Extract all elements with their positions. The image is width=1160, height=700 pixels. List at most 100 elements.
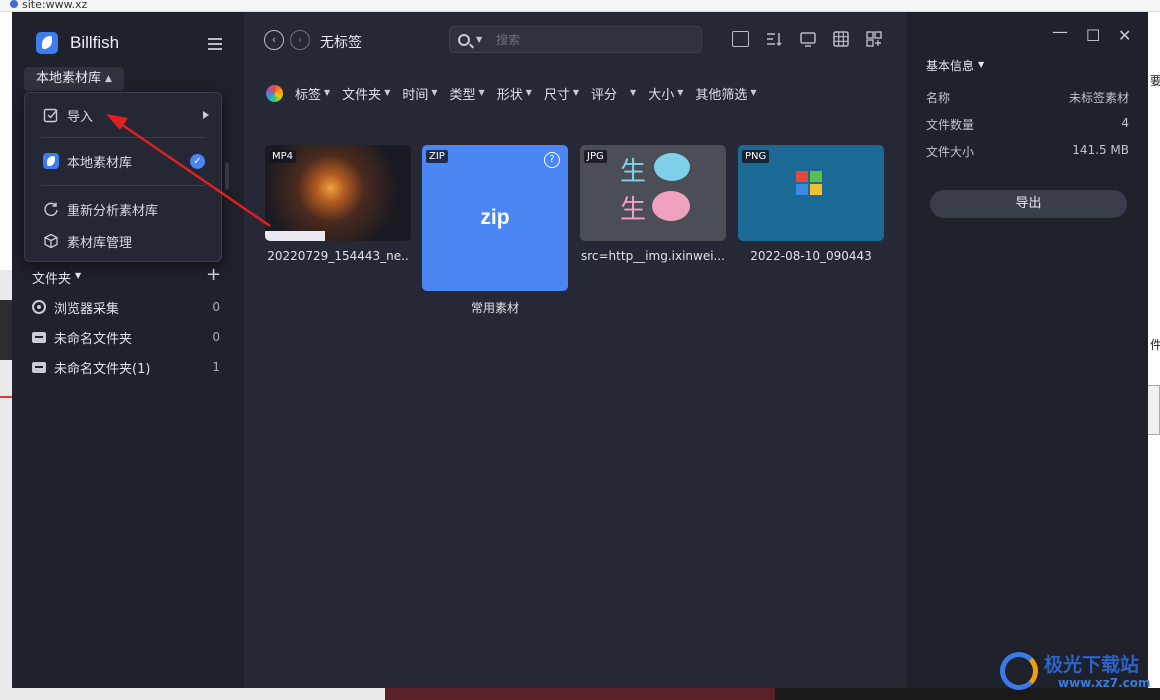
filter-label: 形状 bbox=[496, 87, 523, 103]
caret-down-icon: ▼ bbox=[978, 60, 985, 69]
filter-tags[interactable]: 标签 ▼ bbox=[295, 84, 330, 103]
forward-button[interactable]: › bbox=[290, 30, 310, 50]
toggle-panel-icon[interactable] bbox=[732, 31, 749, 47]
background-left-dark-block bbox=[0, 300, 12, 360]
sort-arrows-icon: ▲ bbox=[105, 74, 112, 84]
filter-shape[interactable]: 形状 ▼ bbox=[497, 84, 532, 103]
screenshot-icon[interactable] bbox=[865, 30, 883, 48]
background-right-text: 要 bbox=[1150, 74, 1160, 88]
hamburger-menu-icon[interactable] bbox=[208, 38, 222, 50]
filter-label: 大小 bbox=[648, 87, 675, 103]
filter-filesize[interactable]: 大小 ▼ bbox=[648, 84, 683, 103]
library-selector-label: 本地素材库 bbox=[36, 71, 102, 86]
background-url: site:www.xz bbox=[22, 0, 88, 11]
watermark-logo-icon bbox=[1000, 652, 1038, 690]
filter-folder[interactable]: 文件夹 ▼ bbox=[342, 84, 390, 103]
folder-label: 未命名文件夹(1) bbox=[54, 361, 151, 377]
submenu-arrow-icon bbox=[203, 111, 209, 119]
image-thumbnail: JPG 生 生 bbox=[580, 145, 726, 241]
info-value: 4 bbox=[1121, 116, 1129, 130]
info-label: 文件数量 bbox=[926, 118, 975, 132]
menu-item-reanalyze-label: 重新分析素材库 bbox=[67, 203, 159, 219]
help-icon[interactable]: ? bbox=[544, 152, 560, 168]
filter-time[interactable]: 时间 ▼ bbox=[402, 84, 437, 103]
caret-down-icon: ▼ bbox=[630, 87, 637, 97]
asset-caption: 20220729_154443_ne.. bbox=[267, 249, 409, 263]
menu-item-import[interactable]: 导入 bbox=[25, 101, 221, 129]
maximize-icon[interactable]: ☐ bbox=[1086, 26, 1100, 45]
grid-view-icon[interactable] bbox=[832, 30, 850, 48]
search-box: ▼ bbox=[449, 26, 702, 53]
back-button[interactable]: ‹ bbox=[264, 30, 284, 50]
image-glyph: 生 bbox=[620, 157, 647, 187]
background-logo bbox=[790, 0, 1060, 12]
menu-item-reanalyze[interactable]: 重新分析素材库 bbox=[25, 195, 221, 223]
menu-item-local-library-label: 本地素材库 bbox=[67, 155, 133, 171]
folders-header[interactable]: 文件夹 ▼ bbox=[32, 268, 81, 287]
folder-item-unnamed-1[interactable]: 未命名文件夹(1) 1 bbox=[32, 354, 228, 380]
file-type-badge: MP4 bbox=[269, 150, 297, 163]
minimize-icon[interactable]: — bbox=[1052, 22, 1068, 41]
asset-caption: src=http__img.ixinwei... bbox=[580, 249, 725, 263]
add-folder-icon[interactable]: + bbox=[206, 264, 221, 285]
asset-card-zip[interactable]: ZIP ? zip 常用素材 bbox=[422, 145, 568, 316]
asset-card-mp4[interactable]: MP4 20220729_154443_ne.. bbox=[265, 145, 411, 263]
video-thumbnail: MP4 bbox=[265, 145, 411, 241]
billfish-small-icon bbox=[43, 153, 59, 169]
watermark-title: 极光下载站 bbox=[1044, 654, 1140, 676]
filter-label: 标签 bbox=[295, 87, 322, 103]
sidebar: Billfish 本地素材库 ▲ 导入 本地素材库 ✓ 重新分析素材库 素材库管… bbox=[12, 12, 244, 688]
caret-down-icon: ▼ bbox=[525, 87, 532, 97]
filter-type[interactable]: 类型 ▼ bbox=[450, 84, 485, 103]
sort-icon[interactable] bbox=[765, 30, 783, 48]
page-title: 无标签 bbox=[320, 35, 362, 51]
menu-item-manage[interactable]: 素材库管理 bbox=[25, 227, 221, 255]
caret-down-icon: ▼ bbox=[431, 87, 438, 97]
filter-bar: 标签 ▼ 文件夹 ▼ 时间 ▼ 类型 ▼ 形状 ▼ 尺寸 ▼ 评分 ▼ 大小 ▼ 其他筛选 ▼ bbox=[266, 83, 757, 103]
folder-icon bbox=[32, 331, 46, 343]
search-input[interactable] bbox=[496, 32, 677, 47]
info-row-name: 名称 未标签素材 bbox=[926, 89, 1129, 107]
folders-header-label: 文件夹 bbox=[32, 272, 72, 287]
info-header-label: 基本信息 bbox=[926, 59, 975, 73]
brand: Billfish bbox=[36, 32, 119, 54]
menu-item-local-library[interactable]: 本地素材库 ✓ bbox=[25, 147, 221, 175]
folder-icon bbox=[32, 361, 46, 373]
watermark-url: www.xz7.com bbox=[1058, 676, 1151, 690]
close-icon[interactable]: ✕ bbox=[1118, 26, 1131, 45]
background-bottom-left bbox=[0, 688, 385, 700]
caret-down-icon: ▼ bbox=[384, 87, 391, 97]
zip-thumbnail: ZIP ? zip bbox=[422, 145, 568, 291]
monitor-icon[interactable] bbox=[799, 30, 817, 48]
asset-card-png[interactable]: PNG 2022-08-10_090443 bbox=[738, 145, 884, 263]
filter-label: 文件夹 bbox=[342, 87, 382, 103]
filter-label: 类型 bbox=[449, 87, 476, 103]
chevron-down-icon[interactable]: ▼ bbox=[476, 35, 482, 44]
folder-item-browser-collect[interactable]: 浏览器采集 0 bbox=[32, 294, 228, 320]
asset-caption: 2022-08-10_090443 bbox=[750, 249, 872, 263]
menu-divider bbox=[41, 185, 205, 186]
color-filter-icon[interactable] bbox=[266, 84, 283, 102]
folder-item-unnamed[interactable]: 未命名文件夹 0 bbox=[32, 324, 228, 350]
info-value: 141.5 MB bbox=[1072, 143, 1129, 157]
site-icon bbox=[10, 0, 18, 8]
info-header[interactable]: 基本信息 ▼ bbox=[926, 57, 984, 74]
caret-down-icon: ▼ bbox=[75, 271, 82, 280]
export-button[interactable]: 导出 bbox=[930, 190, 1127, 218]
folder-label: 浏览器采集 bbox=[54, 301, 120, 317]
library-dropdown-menu: 导入 本地素材库 ✓ 重新分析素材库 素材库管理 bbox=[24, 92, 222, 262]
library-selector[interactable]: 本地素材库 ▲ bbox=[24, 67, 124, 91]
image-glyph: 生 bbox=[620, 195, 647, 225]
image-shape bbox=[654, 153, 690, 181]
filter-size[interactable]: 尺寸 ▼ bbox=[544, 84, 579, 103]
image-thumbnail: PNG bbox=[738, 145, 884, 241]
folder-label: 未命名文件夹 bbox=[54, 331, 133, 347]
info-label: 文件大小 bbox=[926, 145, 975, 159]
billfish-logo-icon bbox=[36, 32, 58, 54]
filter-other[interactable]: 其他筛选 ▼ bbox=[695, 84, 756, 103]
folder-count: 0 bbox=[212, 330, 220, 344]
filter-rating[interactable]: 评分 ▼ bbox=[591, 84, 636, 103]
asset-card-jpg[interactable]: JPG 生 生 src=http__img.ixinwei... bbox=[580, 145, 726, 263]
filter-label: 尺寸 bbox=[543, 87, 570, 103]
search-icon[interactable] bbox=[458, 33, 470, 46]
